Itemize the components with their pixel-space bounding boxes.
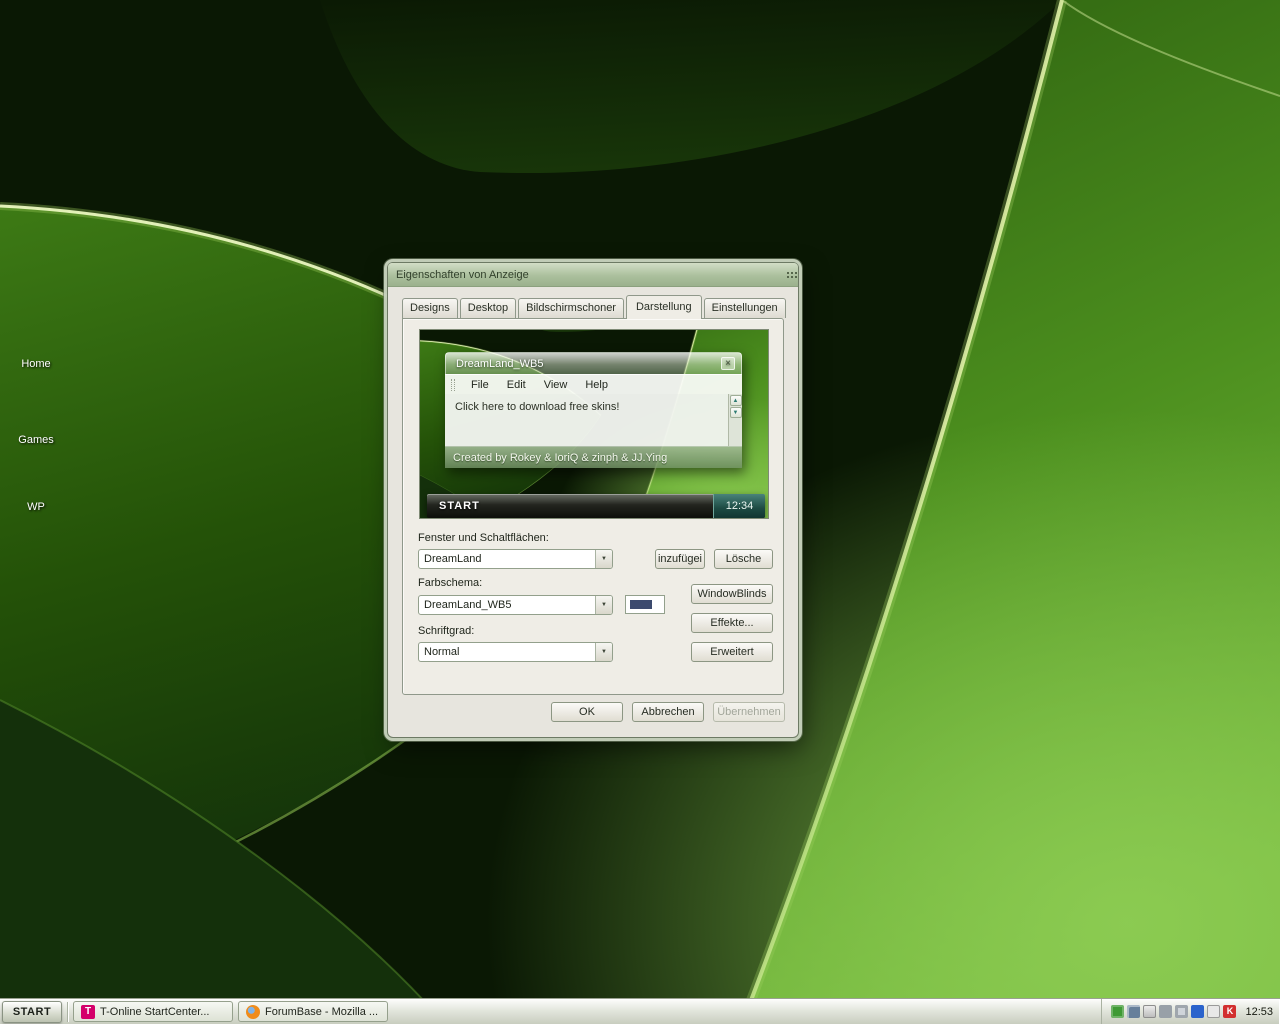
tab-bildschirmschoner[interactable]: Bildschirmschoner [518, 298, 624, 318]
chevron-down-icon[interactable]: ▼ [595, 550, 612, 568]
window-manager-tray-icon[interactable] [1143, 1005, 1157, 1018]
taskbar-clock: 12:53 [1245, 1005, 1273, 1018]
preview-menu-file: File [471, 378, 489, 391]
scroll-up-icon: ▲ [729, 395, 742, 406]
dialog-title: Eigenschaften von Anzeige [396, 268, 529, 281]
preview-statusbar: Created by Rokey & IoriQ & zinph & JJ.Yi… [445, 446, 742, 468]
color-scheme-select[interactable]: DreamLand_WB5 ▼ [418, 595, 613, 615]
firefox-icon [246, 1004, 260, 1019]
display-settings-tray-icon[interactable] [1127, 1005, 1141, 1018]
preview-scrollbar: ▲ ▼ [728, 394, 742, 446]
system-tray: K 12:53 [1101, 999, 1280, 1024]
preview-menubar: File Edit View Help [445, 374, 742, 394]
taskbar-task-tonline[interactable]: T T-Online StartCenter... [73, 1001, 233, 1022]
advanced-button[interactable]: Erweitert [691, 642, 773, 662]
tab-darstellung[interactable]: Darstellung [625, 295, 702, 319]
preview-body-text: Click here to download free skins! [455, 401, 620, 413]
volume-tray-icon[interactable] [1175, 1005, 1189, 1018]
apply-button[interactable]: Übernehmen [713, 702, 785, 722]
window-options-icon[interactable] [787, 272, 789, 274]
task-label: ForumBase - Mozilla ... [265, 1005, 379, 1018]
preview-start-button: START [439, 500, 480, 512]
windows-buttons-select[interactable]: DreamLand ▼ [418, 549, 613, 569]
color-sample-swatch [630, 600, 652, 609]
taskbar-task-forumbase[interactable]: ForumBase - Mozilla ... [238, 1001, 388, 1022]
print-spooler-tray-icon[interactable] [1207, 1005, 1221, 1018]
desktop-icon-home[interactable]: Home [0, 358, 72, 370]
ok-button[interactable]: OK [551, 702, 623, 722]
preview-window-body: Click here to download free skins! ▲ ▼ [445, 394, 742, 446]
start-button[interactable]: START [2, 1000, 62, 1023]
taskbar-separator [67, 1001, 68, 1022]
preview-window-titlebar: DreamLand_WB5 × [445, 352, 742, 374]
desktop-icon-wp[interactable]: WP [0, 501, 72, 513]
chevron-down-icon[interactable]: ▼ [595, 643, 612, 661]
menu-grip-icon [451, 378, 455, 391]
tab-designs[interactable]: Designs [402, 298, 458, 318]
cancel-button[interactable]: Abbrechen [632, 702, 704, 722]
windows-buttons-label: Fenster und Schaltflächen: [418, 532, 549, 544]
desktop-icon-games[interactable]: Games [0, 434, 72, 446]
preview-menu-view: View [543, 378, 568, 391]
desktop-icon-label: Home [21, 358, 51, 370]
windowblinds-button[interactable]: WindowBlinds [691, 584, 773, 604]
tab-einstellungen[interactable]: Einstellungen [703, 298, 786, 318]
preview-clock: 12:34 [713, 494, 765, 518]
scroll-down-icon: ▼ [729, 407, 742, 418]
removable-device-tray-icon[interactable] [1159, 1005, 1173, 1018]
dialog-tabs: Designs Desktop Bildschirmschoner Darste… [402, 295, 788, 319]
taskbar: START T T-Online StartCenter... ForumBas… [0, 998, 1280, 1024]
desktop: Home Games WP Eigenschaften von Anzeige … [0, 0, 1280, 1024]
appearance-preview: DreamLand_WB5 × File Edit View Help Clic… [419, 329, 769, 519]
font-size-value: Normal [424, 646, 460, 658]
effects-button[interactable]: Effekte... [691, 613, 773, 633]
plant-utility-tray-icon[interactable] [1111, 1005, 1125, 1018]
windows-buttons-value: DreamLand [424, 553, 482, 565]
color-scheme-label: Farbschema: [418, 577, 483, 589]
delete-button[interactable]: Lösche [714, 549, 773, 569]
close-icon: × [721, 357, 735, 370]
task-label: T-Online StartCenter... [100, 1005, 210, 1018]
messenger-tray-icon[interactable] [1191, 1005, 1205, 1018]
display-properties-dialog: Eigenschaften von Anzeige DreamLand_WB5 … [388, 263, 798, 737]
t-online-icon: T [81, 1004, 95, 1019]
color-scheme-value: DreamLand_WB5 [424, 599, 512, 611]
antivirus-tray-icon[interactable]: K [1223, 1005, 1237, 1018]
preview-taskbar: START 12:34 [427, 494, 765, 518]
preview-menu-help: Help [585, 378, 608, 391]
color-sample-box [625, 595, 665, 614]
preview-window-title: DreamLand_WB5 [456, 357, 544, 370]
preview-window: DreamLand_WB5 × File Edit View Help Clic… [445, 352, 742, 468]
tab-desktop[interactable]: Desktop [459, 298, 517, 318]
preview-menu-edit: Edit [506, 378, 526, 391]
font-size-label: Schriftgrad: [418, 625, 475, 637]
desktop-icon-label: Games [18, 434, 54, 446]
dialog-titlebar[interactable]: Eigenschaften von Anzeige [388, 263, 798, 287]
tab-panel: DreamLand_WB5 × File Edit View Help Clic… [402, 318, 784, 695]
desktop-icon-label: WP [27, 501, 45, 513]
add-button[interactable]: inzufügei [655, 549, 705, 569]
chevron-down-icon[interactable]: ▼ [595, 596, 612, 614]
font-size-select[interactable]: Normal ▼ [418, 642, 613, 662]
preview-status-text: Created by Rokey & IoriQ & zinph & JJ.Yi… [453, 451, 668, 464]
